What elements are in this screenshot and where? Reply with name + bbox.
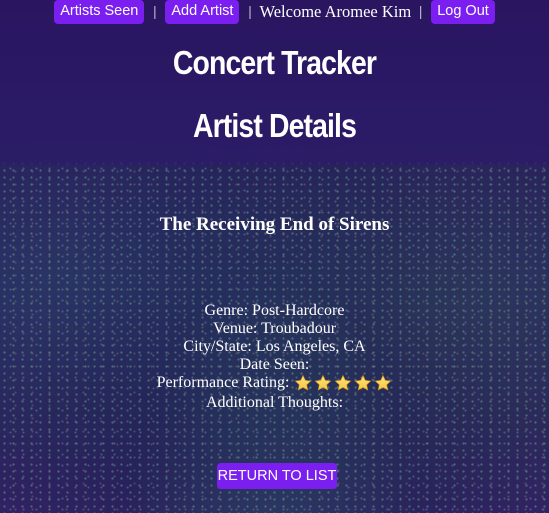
artist-details: Genre: Post-Hardcore Venue: Troubadour C…	[0, 302, 549, 412]
nav-separator: |	[248, 3, 252, 20]
nav-separator: |	[153, 3, 157, 20]
performance-rating: Performance Rating:	[0, 374, 549, 392]
star-icon	[314, 374, 332, 392]
rating-stars	[292, 374, 392, 392]
additional-thoughts-text: Additional Thoughts:	[205, 394, 344, 411]
star-icon	[354, 374, 372, 392]
city-state-text: City/State: Los Angeles, CA	[183, 338, 366, 355]
top-nav: Artists Seen | Add Artist | Welcome Arom…	[0, 0, 549, 24]
venue-text: Venue: Troubadour	[212, 320, 337, 337]
date-seen-text: Date Seen:	[239, 356, 310, 373]
log-out-button[interactable]: Log Out	[431, 0, 495, 24]
rating-label: Performance Rating:	[156, 374, 290, 391]
star-icon	[334, 374, 352, 392]
page-content: Artists Seen | Add Artist | Welcome Arom…	[0, 0, 549, 513]
nav-separator: |	[419, 3, 423, 20]
return-to-list-button[interactable]: RETURN TO LIST	[217, 463, 337, 489]
welcome-message: Welcome Aromee Kim	[259, 2, 412, 21]
add-artist-button[interactable]: Add Artist	[165, 0, 240, 24]
app-title: Concert Tracker	[172, 44, 377, 81]
page-title: Artist Details	[192, 107, 357, 144]
star-icon	[374, 374, 392, 392]
genre-text: Genre: Post-Hardcore	[204, 302, 345, 319]
star-icon	[294, 374, 312, 392]
artists-seen-button[interactable]: Artists Seen	[54, 0, 145, 24]
artist-name: The Receiving End of Sirens	[159, 214, 390, 235]
